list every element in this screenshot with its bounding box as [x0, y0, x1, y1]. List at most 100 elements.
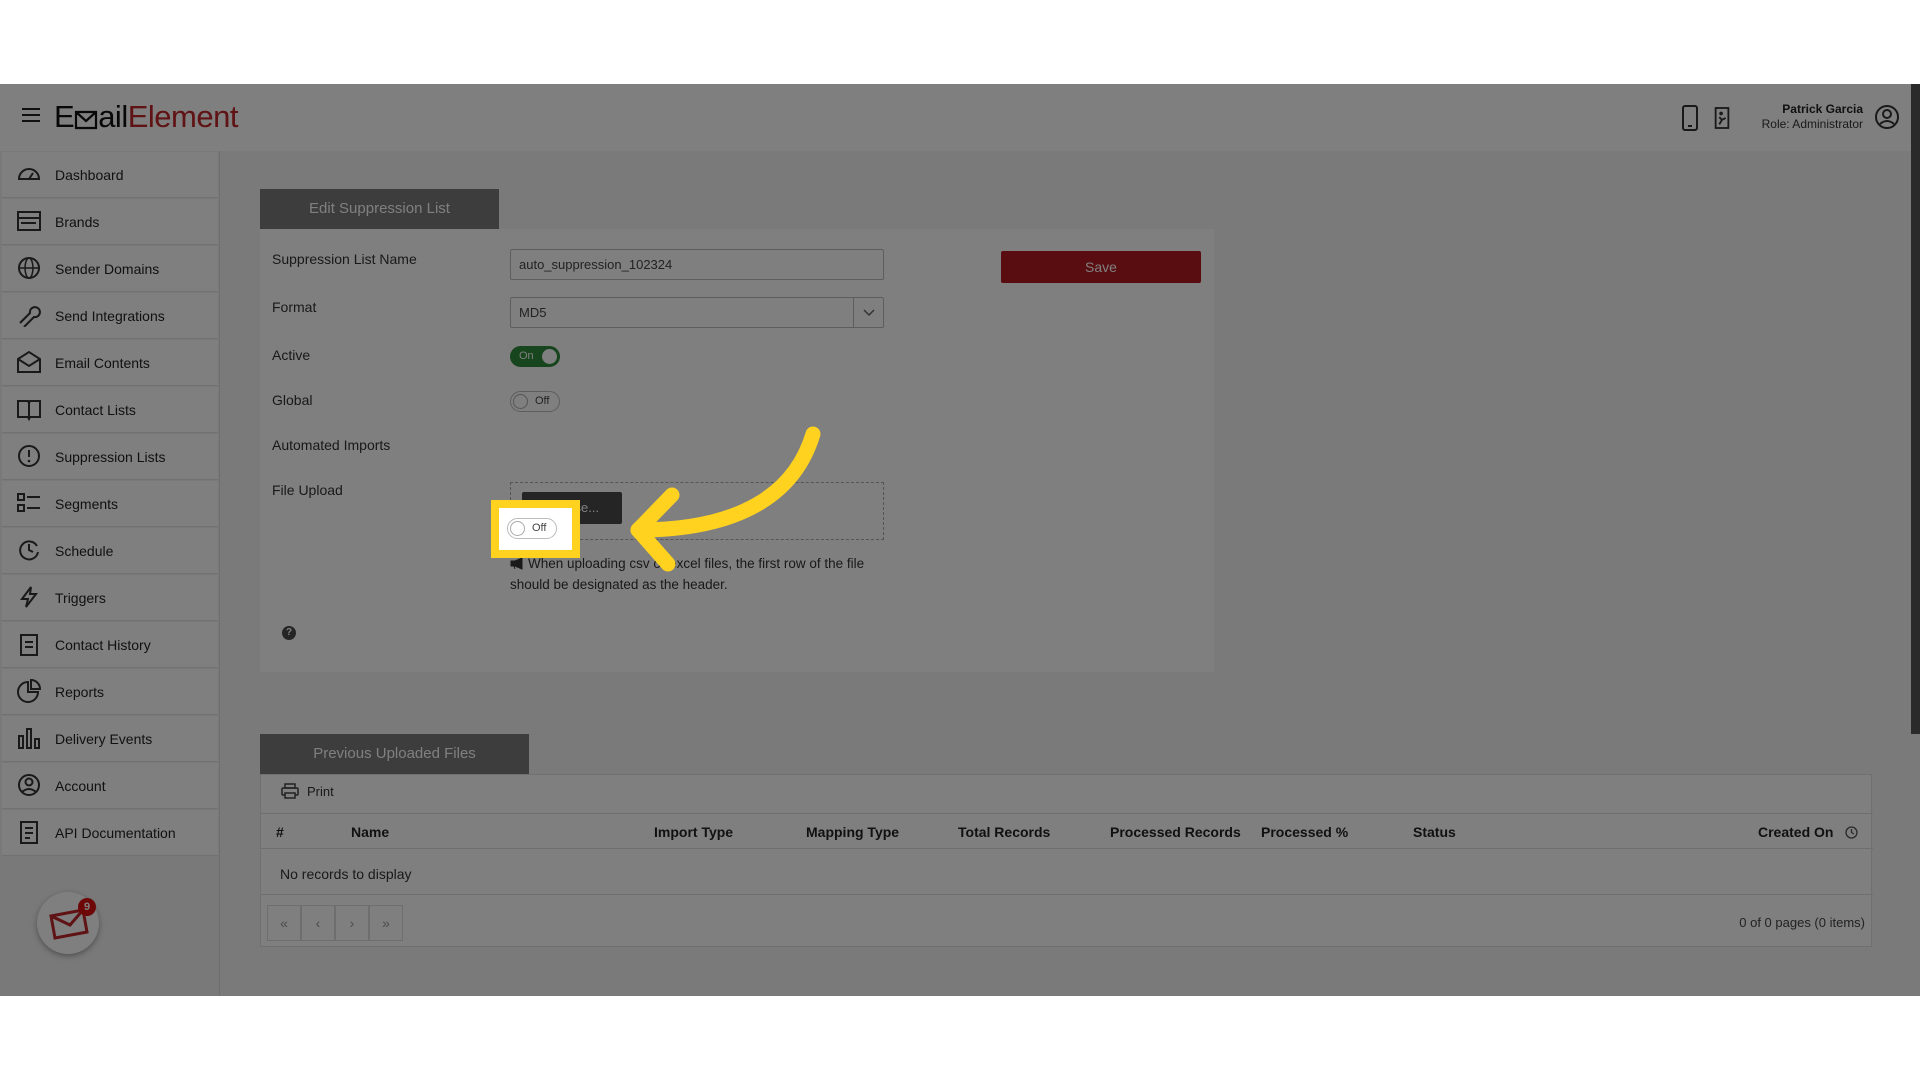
pager-next-button[interactable]: ›	[335, 905, 369, 941]
sidebar-item-delivery-events[interactable]: Delivery Events	[2, 716, 218, 762]
column-header-name[interactable]: Name	[351, 824, 389, 840]
mobile-phone-icon[interactable]	[1680, 104, 1700, 132]
sidebar-item-contact-history[interactable]: Contact History	[2, 622, 218, 668]
sidebar-item-label: Dashboard	[55, 166, 124, 183]
segments-icon	[17, 493, 40, 512]
suppression-list-name-input[interactable]: auto_suppression_102324	[510, 249, 884, 280]
empty-grid-message: No records to display	[280, 866, 412, 882]
column-header-number[interactable]: #	[276, 824, 284, 840]
global-toggle-state: Off	[535, 395, 550, 407]
sidebar-item-send-integrations[interactable]: Send Integrations	[2, 293, 218, 339]
toggle-knob	[513, 394, 528, 409]
hamburger-menu-icon[interactable]	[22, 108, 40, 124]
sidebar-item-suppression-lists[interactable]: Suppression Lists	[2, 434, 218, 480]
user-circle-icon	[18, 774, 40, 796]
clock-sort-icon[interactable]	[1845, 826, 1858, 839]
format-select[interactable]: MD5	[510, 297, 884, 328]
bar-chart-icon	[18, 728, 40, 749]
print-label: Print	[307, 783, 334, 799]
column-header-status[interactable]: Status	[1413, 824, 1456, 840]
logo-envelope-icon	[75, 110, 98, 130]
tab-previous-uploaded-files[interactable]: Previous Uploaded Files	[260, 734, 529, 774]
file-upload-label: File Upload	[272, 482, 343, 498]
logo-text-element: Element	[127, 99, 239, 134]
sidebar-item-dashboard[interactable]: Dashboard	[2, 152, 218, 198]
global-label: Global	[272, 392, 313, 408]
top-header: EailElement Patrick Garcia Role: Adminis…	[0, 84, 1920, 151]
chevron-down-icon[interactable]	[853, 298, 883, 327]
name-label: Suppression List Name	[272, 251, 417, 267]
automated-imports-toggle-state: Off	[532, 522, 547, 534]
active-toggle[interactable]: On	[510, 346, 560, 367]
sidebar-item-label: Brands	[55, 213, 100, 230]
sidebar: Dashboard Brands Sender Domains Send Int…	[0, 151, 220, 996]
format-selected-value: MD5	[519, 305, 547, 320]
grid-pager: « ‹ › » 0 of 0 pages (0 items)	[261, 894, 1873, 948]
logout-icon[interactable]	[1712, 104, 1732, 132]
sidebar-item-label: Segments	[55, 495, 119, 512]
column-header-created-on[interactable]: Created On	[1758, 824, 1833, 840]
page-scrollbar[interactable]	[1911, 84, 1920, 734]
sidebar-item-triggers[interactable]: Triggers	[2, 575, 218, 621]
print-button[interactable]: Print	[281, 783, 334, 799]
sidebar-item-segments[interactable]: Segments	[2, 481, 218, 527]
automated-imports-toggle[interactable]: Off	[507, 518, 557, 539]
notification-count-badge: 9	[78, 898, 96, 916]
sidebar-item-account[interactable]: Account	[2, 763, 218, 809]
sidebar-item-contact-lists[interactable]: Contact Lists	[2, 387, 218, 433]
column-header-processed-records[interactable]: Processed Records	[1110, 824, 1241, 840]
sidebar-item-label: Send Integrations	[55, 307, 165, 324]
pager-first-button[interactable]: «	[267, 905, 301, 941]
sidebar-item-label: API Documentation	[55, 824, 176, 841]
logo-letter-e: E	[54, 99, 75, 134]
pager-last-button[interactable]: »	[369, 905, 403, 941]
sidebar-item-label: Sender Domains	[55, 260, 160, 277]
user-name: Patrick Garcia	[1782, 102, 1863, 116]
sidebar-item-email-contents[interactable]: Email Contents	[2, 340, 218, 386]
active-toggle-state: On	[519, 350, 534, 362]
grid-header-row: # Name Import Type Mapping Type Total Re…	[261, 813, 1873, 849]
envelope-icon	[17, 350, 41, 373]
alert-icon	[18, 445, 40, 467]
brands-icon	[17, 211, 41, 231]
user-role: Role: Administrator	[1761, 117, 1863, 131]
pointer-arrow-icon	[630, 426, 821, 572]
document-icon	[20, 821, 38, 844]
global-toggle[interactable]: Off	[510, 391, 560, 412]
sidebar-item-reports[interactable]: Reports	[2, 669, 218, 715]
user-info: Patrick Garcia Role: Administrator	[1735, 102, 1863, 131]
app-logo[interactable]: EailElement	[54, 99, 238, 135]
dashboard-icon	[17, 168, 41, 180]
tab-edit-suppression-list[interactable]: Edit Suppression List	[260, 189, 499, 229]
bolt-icon	[20, 586, 39, 608]
header-icons	[1680, 104, 1732, 132]
megaphone-icon	[510, 557, 523, 570]
app-window: EailElement Patrick Garcia Role: Adminis…	[0, 84, 1920, 996]
sidebar-item-label: Contact Lists	[55, 401, 136, 418]
sidebar-item-label: Email Contents	[55, 354, 150, 371]
sidebar-item-label: Contact History	[55, 636, 151, 653]
sidebar-item-schedule[interactable]: Schedule	[2, 528, 218, 574]
column-header-mapping-type[interactable]: Mapping Type	[806, 824, 899, 840]
toggle-knob	[542, 349, 557, 364]
sidebar-item-label: Account	[55, 777, 106, 794]
column-header-import-type[interactable]: Import Type	[654, 824, 733, 840]
save-button[interactable]: Save	[1001, 251, 1201, 283]
main-content: Edit Suppression List Suppression List N…	[220, 151, 1920, 996]
logo-text-ail: ail	[98, 99, 128, 134]
format-label: Format	[272, 299, 317, 315]
user-avatar-icon[interactable]	[1874, 104, 1900, 130]
sidebar-item-brands[interactable]: Brands	[2, 199, 218, 245]
column-header-total-records[interactable]: Total Records	[958, 824, 1050, 840]
wrench-icon	[19, 306, 41, 327]
printer-icon	[281, 783, 299, 799]
sidebar-item-label: Suppression Lists	[55, 448, 166, 465]
column-header-processed-percent[interactable]: Processed %	[1261, 824, 1348, 840]
globe-icon	[18, 257, 40, 279]
sidebar-item-label: Triggers	[55, 589, 106, 606]
sidebar-item-sender-domains[interactable]: Sender Domains	[2, 246, 218, 292]
sidebar-item-api-documentation[interactable]: API Documentation	[2, 810, 218, 856]
sidebar-item-label: Delivery Events	[55, 730, 153, 747]
pager-prev-button[interactable]: ‹	[301, 905, 335, 941]
help-icon[interactable]: ?	[282, 626, 296, 640]
